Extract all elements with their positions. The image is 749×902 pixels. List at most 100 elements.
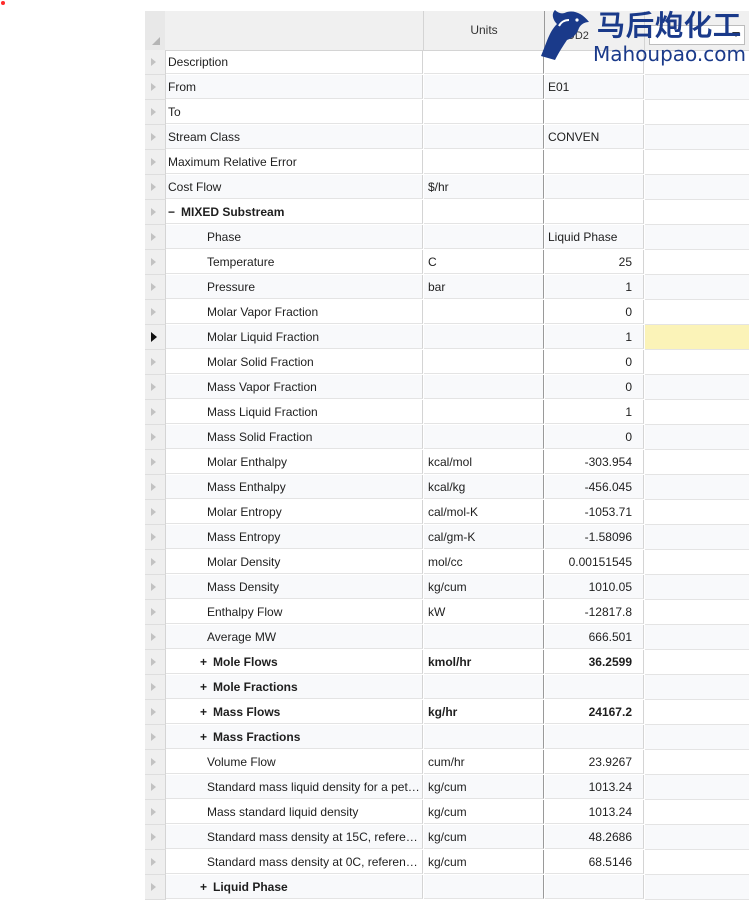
row-selector[interactable]: [145, 650, 166, 675]
row-value[interactable]: 1: [545, 325, 644, 349]
row-extra-cell[interactable]: [645, 250, 749, 275]
row-selector[interactable]: [145, 175, 166, 200]
row-selector[interactable]: [145, 150, 166, 175]
row-value[interactable]: 23.9267: [545, 750, 644, 774]
row-selector[interactable]: [145, 225, 166, 250]
row-value[interactable]: 1013.24: [545, 800, 644, 824]
row-selector[interactable]: [145, 575, 166, 600]
row-value[interactable]: 0: [545, 375, 644, 399]
row-value[interactable]: [545, 725, 644, 749]
row-extra-cell[interactable]: [645, 100, 749, 125]
expand-icon[interactable]: +: [200, 675, 211, 698]
row-extra-cell[interactable]: [645, 725, 749, 750]
row-value[interactable]: 1: [545, 275, 644, 299]
row-extra-cell[interactable]: [645, 575, 749, 600]
table-row[interactable]: Cost Flow $/hr: [145, 175, 749, 200]
row-value[interactable]: 0.00151545: [545, 550, 644, 574]
row-extra-cell[interactable]: [645, 625, 749, 650]
row-selector[interactable]: [145, 425, 166, 450]
row-extra-cell[interactable]: [645, 150, 749, 175]
table-row[interactable]: From E01: [145, 75, 749, 100]
row-selector[interactable]: [145, 525, 166, 550]
row-extra-cell[interactable]: [645, 175, 749, 200]
row-extra-cell[interactable]: [645, 125, 749, 150]
row-extra-cell[interactable]: [645, 400, 749, 425]
row-selector[interactable]: [145, 200, 166, 225]
row-value[interactable]: 0: [545, 350, 644, 374]
row-selector[interactable]: [145, 450, 166, 475]
table-row[interactable]: Standard mass density at 0C, reference 0…: [145, 850, 749, 875]
row-selector[interactable]: [145, 750, 166, 775]
table-row[interactable]: Molar Enthalpy kcal/mol -303.954: [145, 450, 749, 475]
row-extra-cell[interactable]: [645, 825, 749, 850]
row-extra-cell[interactable]: [645, 875, 749, 900]
row-value[interactable]: 36.2599: [545, 650, 644, 674]
row-selector[interactable]: [145, 500, 166, 525]
table-row[interactable]: Molar Liquid Fraction 1: [145, 325, 749, 350]
table-row[interactable]: Standard mass density at 15C, reference …: [145, 825, 749, 850]
table-row[interactable]: Maximum Relative Error: [145, 150, 749, 175]
row-selector[interactable]: [145, 550, 166, 575]
table-row[interactable]: Mass Vapor Fraction 0: [145, 375, 749, 400]
table-row[interactable]: + Liquid Phase: [145, 875, 749, 900]
row-value[interactable]: 0: [545, 300, 644, 324]
table-row[interactable]: Phase Liquid Phase: [145, 225, 749, 250]
row-value[interactable]: 1013.24: [545, 775, 644, 799]
table-row[interactable]: Mass Entropy cal/gm-K -1.58096: [145, 525, 749, 550]
table-row[interactable]: Molar Entropy cal/mol-K -1053.71: [145, 500, 749, 525]
row-selector[interactable]: [145, 375, 166, 400]
row-extra-cell[interactable]: [645, 75, 749, 100]
table-row[interactable]: Volume Flow cum/hr 23.9267: [145, 750, 749, 775]
table-row[interactable]: Mass Liquid Fraction 1: [145, 400, 749, 425]
table-row[interactable]: Molar Density mol/cc 0.00151545: [145, 550, 749, 575]
row-extra-cell[interactable]: [645, 275, 749, 300]
row-selector[interactable]: [145, 775, 166, 800]
table-row[interactable]: + Mass Fractions: [145, 725, 749, 750]
row-value[interactable]: -12817.8: [545, 600, 644, 624]
row-selector[interactable]: [145, 275, 166, 300]
row-value[interactable]: [545, 100, 644, 124]
table-row[interactable]: Mass Enthalpy kcal/kg -456.045: [145, 475, 749, 500]
row-value[interactable]: 0: [545, 425, 644, 449]
row-value[interactable]: -1.58096: [545, 525, 644, 549]
table-row[interactable]: − MIXED Substream: [145, 200, 749, 225]
table-row[interactable]: Mass standard liquid density kg/cum 1013.2…: [145, 800, 749, 825]
row-selector[interactable]: [145, 825, 166, 850]
row-selector[interactable]: [145, 50, 166, 75]
row-selector[interactable]: [145, 125, 166, 150]
row-value[interactable]: 25: [545, 250, 644, 274]
row-extra-cell[interactable]: [645, 700, 749, 725]
row-selector[interactable]: [145, 600, 166, 625]
table-row[interactable]: Standard mass liquid density for a petro…: [145, 775, 749, 800]
row-selector[interactable]: [145, 250, 166, 275]
row-selector[interactable]: [145, 300, 166, 325]
row-value[interactable]: 666.501: [545, 625, 644, 649]
row-value[interactable]: E01: [545, 75, 644, 99]
row-extra-cell[interactable]: [645, 225, 749, 250]
row-selector[interactable]: [145, 700, 166, 725]
row-selector[interactable]: [145, 800, 166, 825]
table-row[interactable]: Molar Solid Fraction 0: [145, 350, 749, 375]
expand-icon[interactable]: +: [200, 725, 211, 748]
row-extra-cell[interactable]: [645, 550, 749, 575]
table-row[interactable]: Average MW 666.501: [145, 625, 749, 650]
row-value[interactable]: [545, 175, 644, 199]
expand-icon[interactable]: +: [200, 700, 211, 723]
row-extra-cell[interactable]: [645, 800, 749, 825]
row-extra-cell[interactable]: [645, 475, 749, 500]
row-value[interactable]: -1053.71: [545, 500, 644, 524]
row-extra-cell[interactable]: [645, 650, 749, 675]
table-row[interactable]: Mass Density kg/cum 1010.05: [145, 575, 749, 600]
row-extra-cell[interactable]: [645, 375, 749, 400]
row-extra-cell[interactable]: [645, 325, 749, 350]
table-row[interactable]: + Mole Flows kmol/hr 36.2599: [145, 650, 749, 675]
row-value[interactable]: -303.954: [545, 450, 644, 474]
row-value[interactable]: 1010.05: [545, 575, 644, 599]
row-value[interactable]: 24167.2: [545, 700, 644, 724]
row-extra-cell[interactable]: [645, 850, 749, 875]
row-value[interactable]: 1: [545, 400, 644, 424]
row-extra-cell[interactable]: [645, 600, 749, 625]
row-extra-cell[interactable]: [645, 200, 749, 225]
row-extra-cell[interactable]: [645, 350, 749, 375]
row-extra-cell[interactable]: [645, 775, 749, 800]
